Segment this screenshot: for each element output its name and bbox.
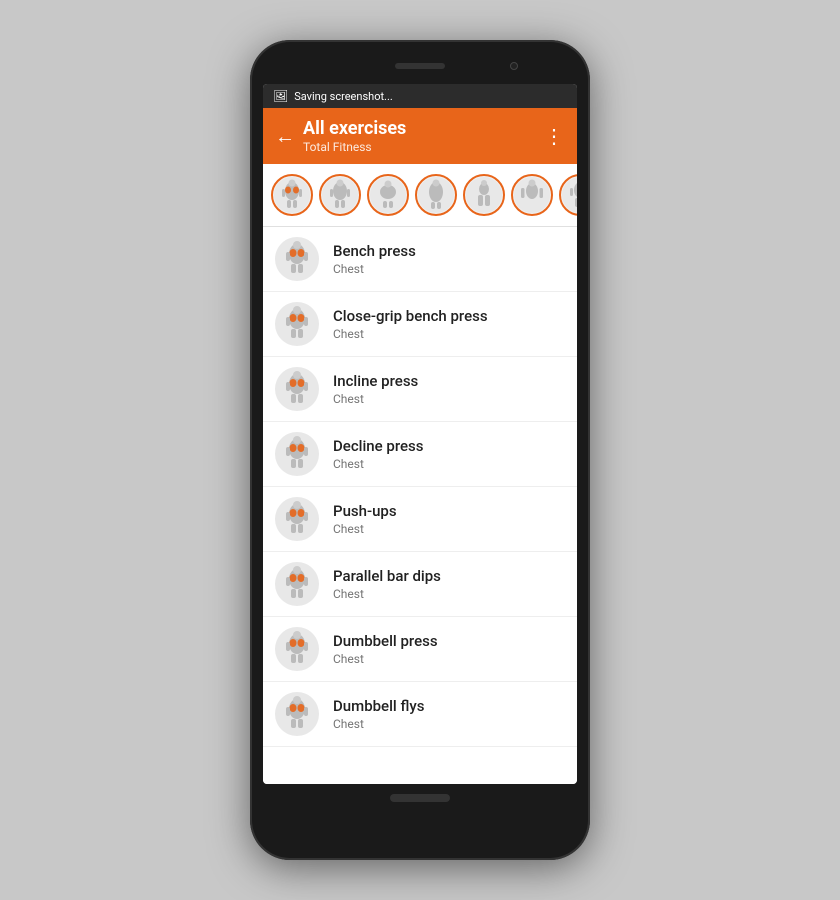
exercise-info: Close-grip bench press Chest <box>333 307 488 341</box>
status-message: Saving screenshot... <box>294 90 393 103</box>
back-button[interactable]: ← <box>275 124 295 149</box>
exercise-thumb <box>275 497 319 541</box>
exercise-category: Chest <box>333 652 438 666</box>
muscle-filter-core[interactable] <box>415 174 457 216</box>
screenshot-icon: 🖼 <box>273 89 288 103</box>
exercise-info: Decline press Chest <box>333 437 423 471</box>
exercise-item[interactable]: Parallel bar dips Chest <box>263 552 577 617</box>
exercises-list: Bench press Chest <box>263 227 577 784</box>
exercise-category: Chest <box>333 587 441 601</box>
app-bar: ← All exercises Total Fitness ⋮ <box>263 108 577 164</box>
exercise-name: Incline press <box>333 372 418 390</box>
exercise-item[interactable]: Bench press Chest <box>263 227 577 292</box>
exercise-thumb <box>275 627 319 671</box>
exercise-category: Chest <box>333 457 423 471</box>
exercise-item[interactable]: Dumbbell press Chest <box>263 617 577 682</box>
exercise-name: Dumbbell flys <box>333 697 424 715</box>
phone-bottom-bar <box>262 784 578 812</box>
phone-camera <box>510 62 518 70</box>
exercise-thumb <box>275 237 319 281</box>
exercise-info: Push-ups Chest <box>333 502 397 536</box>
exercise-thumb <box>275 302 319 346</box>
exercise-info: Dumbbell press Chest <box>333 632 438 666</box>
muscle-filter-chest[interactable] <box>271 174 313 216</box>
muscle-filter-fullbody[interactable] <box>559 174 577 216</box>
exercise-info: Parallel bar dips Chest <box>333 567 441 601</box>
exercise-thumb <box>275 692 319 736</box>
exercise-category: Chest <box>333 522 397 536</box>
exercise-name: Decline press <box>333 437 423 455</box>
exercise-thumb <box>275 432 319 476</box>
app-bar-title: All exercises <box>303 118 406 140</box>
exercise-category: Chest <box>333 392 418 406</box>
exercise-item[interactable]: Dumbbell flys Chest <box>263 682 577 747</box>
exercise-item[interactable]: Incline press Chest <box>263 357 577 422</box>
exercise-name: Bench press <box>333 242 416 260</box>
exercise-item[interactable]: Push-ups Chest <box>263 487 577 552</box>
exercise-category: Chest <box>333 327 488 341</box>
exercise-info: Incline press Chest <box>333 372 418 406</box>
exercise-thumb <box>275 562 319 606</box>
muscle-filter-bar <box>263 164 577 227</box>
muscle-filter-back[interactable] <box>319 174 361 216</box>
home-button[interactable] <box>390 794 450 802</box>
more-options-button[interactable]: ⋮ <box>544 124 565 148</box>
status-bar: 🖼 Saving screenshot... <box>263 84 577 108</box>
exercise-name: Push-ups <box>333 502 397 520</box>
muscle-filter-legs[interactable] <box>463 174 505 216</box>
exercise-item[interactable]: Close-grip bench press Chest <box>263 292 577 357</box>
phone-screen: 🖼 Saving screenshot... ← All exercises T… <box>263 84 577 784</box>
exercise-item[interactable]: Decline press Chest <box>263 422 577 487</box>
phone-top-bar <box>262 52 578 80</box>
exercise-name: Parallel bar dips <box>333 567 441 585</box>
exercise-category: Chest <box>333 262 416 276</box>
muscle-filter-shoulders[interactable] <box>367 174 409 216</box>
app-bar-title-block: All exercises Total Fitness <box>303 118 406 154</box>
muscle-filter-arms[interactable] <box>511 174 553 216</box>
exercise-info: Bench press Chest <box>333 242 416 276</box>
app-bar-left: ← All exercises Total Fitness <box>275 118 406 154</box>
exercise-category: Chest <box>333 717 424 731</box>
phone-speaker <box>395 63 445 69</box>
exercise-name: Close-grip bench press <box>333 307 488 325</box>
phone-device: 🖼 Saving screenshot... ← All exercises T… <box>250 40 590 860</box>
app-bar-subtitle: Total Fitness <box>303 140 406 154</box>
exercise-name: Dumbbell press <box>333 632 438 650</box>
exercise-info: Dumbbell flys Chest <box>333 697 424 731</box>
exercise-thumb <box>275 367 319 411</box>
